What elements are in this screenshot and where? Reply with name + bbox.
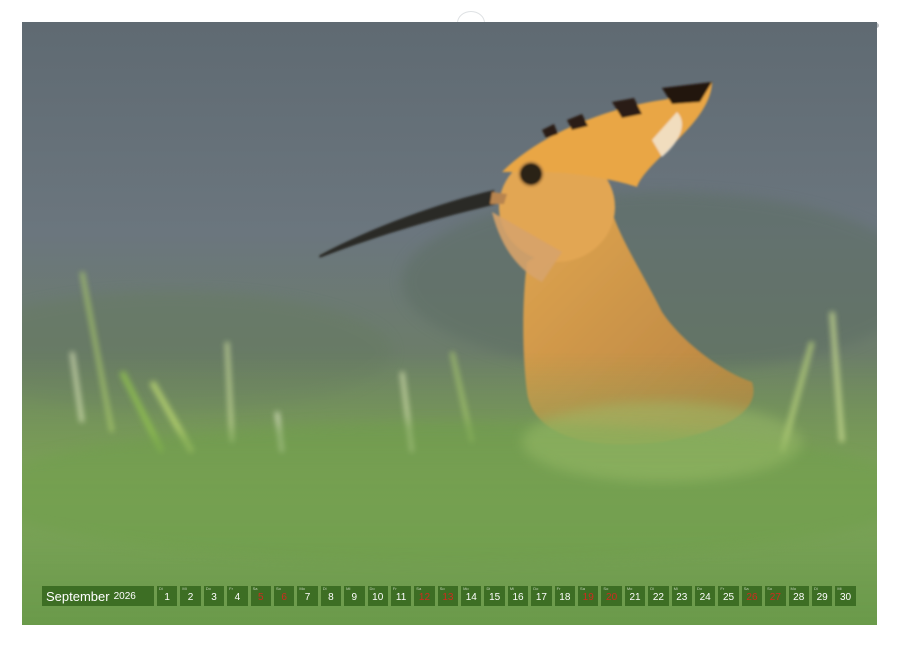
day-cell: Mo 28 xyxy=(788,586,809,606)
day-cell: Sa 19 xyxy=(578,586,599,606)
day-cell: Sa 26 xyxy=(741,586,763,606)
day-number: 22 xyxy=(652,592,664,603)
day-number: 29 xyxy=(816,592,828,603)
day-cell: Mi 30 xyxy=(835,586,856,606)
weekday-abbrev: Do xyxy=(533,586,539,591)
day-cell: Do 24 xyxy=(694,586,716,606)
day-number: 14 xyxy=(465,592,477,603)
day-cell: Mo 14 xyxy=(461,586,482,606)
day-cell: Do 3 xyxy=(203,586,225,606)
weekday-abbrev: Fr xyxy=(392,586,397,591)
weekday-abbrev: Mo xyxy=(626,586,633,591)
day-cell: Fr 25 xyxy=(718,586,739,606)
weekday-abbrev: So xyxy=(603,586,609,591)
day-cell: Mi 9 xyxy=(344,586,365,606)
day-number: 19 xyxy=(582,592,594,603)
day-cell: Fr 4 xyxy=(227,586,248,606)
weekday-abbrev: Fr xyxy=(229,586,233,591)
weekday-abbrev: Di xyxy=(813,586,818,591)
day-number: 6 xyxy=(281,592,287,603)
day-number: 2 xyxy=(187,592,194,603)
day-cell: Di 22 xyxy=(648,586,669,606)
month-date-strip: September 2026 Di 1 Mi 2 Do 3 Fr 4 Sa 5 So 6 Mo 7 Di 8 M… xyxy=(42,586,856,606)
weekday-abbrev: So xyxy=(767,586,773,591)
weekday-abbrev: Mi xyxy=(673,586,678,591)
day-cell: So 27 xyxy=(765,586,786,606)
day-number: 28 xyxy=(793,592,805,603)
day-number: 9 xyxy=(351,592,358,603)
day-cell: Di 29 xyxy=(811,586,833,606)
day-cell: Mi 2 xyxy=(180,586,201,606)
weekday-abbrev: Do xyxy=(205,586,211,591)
day-number: 23 xyxy=(676,592,688,603)
weekday-abbrev: Do xyxy=(369,586,375,591)
day-number: 21 xyxy=(629,592,641,603)
day-number: 4 xyxy=(234,592,241,603)
day-cell: Sa 5 xyxy=(250,586,271,606)
day-cell: Mo 7 xyxy=(297,586,318,606)
year-label: 2026 xyxy=(113,590,136,602)
day-cell: Mo 21 xyxy=(624,586,646,606)
weekday-abbrev: Di xyxy=(486,586,491,591)
weekday-abbrev: Mi xyxy=(509,586,515,591)
weekday-abbrev: So xyxy=(275,586,281,591)
day-number: 16 xyxy=(512,592,524,603)
day-number: 5 xyxy=(257,592,264,603)
day-cell: Mi 16 xyxy=(507,586,529,606)
day-number: 11 xyxy=(395,592,407,603)
calendar-photo xyxy=(22,22,877,625)
day-number: 24 xyxy=(699,592,711,603)
day-cell: Mi 23 xyxy=(671,586,692,606)
hoopoe-bird-photo xyxy=(22,82,877,625)
day-cell: Di 15 xyxy=(484,586,505,606)
weekday-abbrev: Di xyxy=(650,586,654,591)
day-number: 8 xyxy=(328,592,334,603)
day-cell: So 13 xyxy=(437,586,459,606)
weekday-abbrev: Sa xyxy=(580,586,585,591)
weekday-abbrev: Mi xyxy=(346,586,351,591)
day-number: 26 xyxy=(746,592,758,603)
day-number: 18 xyxy=(559,592,571,603)
day-cell: Do 17 xyxy=(531,586,552,606)
day-number: 27 xyxy=(769,592,781,603)
weekday-abbrev: Mo xyxy=(463,586,469,591)
weekday-abbrev: Di xyxy=(159,586,163,591)
weekday-abbrev: Do xyxy=(696,586,703,591)
weekday-abbrev: Sa xyxy=(252,586,258,591)
day-number: 25 xyxy=(723,592,735,603)
month-label-box: September 2026 xyxy=(42,586,154,606)
day-number: 7 xyxy=(304,592,311,603)
weekday-abbrev: Mo xyxy=(299,586,305,591)
day-number: 15 xyxy=(489,592,501,603)
day-number: 13 xyxy=(442,592,454,603)
day-number: 17 xyxy=(535,592,547,603)
weekday-abbrev: Fr xyxy=(720,586,725,591)
month-name: September xyxy=(46,588,110,604)
weekday-abbrev: Sa xyxy=(743,586,749,591)
weekday-abbrev: Sa xyxy=(416,586,422,591)
day-cell: Fr 11 xyxy=(390,586,412,606)
day-number: 20 xyxy=(606,592,618,603)
weekday-abbrev: Di xyxy=(322,586,327,591)
weekday-abbrev: So xyxy=(439,586,445,591)
weekday-abbrev: Fr xyxy=(556,586,561,591)
day-cell: Fr 18 xyxy=(554,586,576,606)
weekday-abbrev: Mi xyxy=(837,586,842,591)
day-number: 1 xyxy=(164,592,170,603)
day-cell: Di 1 xyxy=(157,586,178,606)
day-cell: So 6 xyxy=(273,586,295,606)
day-cell: Di 8 xyxy=(320,586,342,606)
day-cell: Sa 12 xyxy=(414,586,435,606)
day-number: 3 xyxy=(211,592,217,603)
weekday-abbrev: Mo xyxy=(790,586,797,591)
day-number: 10 xyxy=(372,592,384,603)
day-cell: So 20 xyxy=(601,586,622,606)
weekday-abbrev: Mi xyxy=(182,586,187,591)
day-cell: Do 10 xyxy=(367,586,388,606)
day-number: 30 xyxy=(839,592,852,603)
day-number: 12 xyxy=(418,592,431,603)
